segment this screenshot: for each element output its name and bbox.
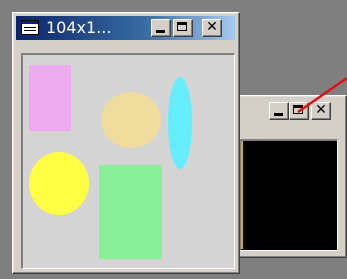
pink-rectangle: [29, 65, 71, 131]
cyan-ellipse: [168, 77, 192, 169]
tan-circle: [101, 92, 161, 148]
drawing-canvas[interactable]: [21, 53, 235, 269]
yellow-circle: [29, 152, 89, 215]
app-icon[interactable]: [21, 20, 39, 35]
green-rectangle: [99, 165, 162, 259]
window-title: 104x1...: [46, 18, 112, 37]
maximize-button[interactable]: [289, 102, 309, 120]
minimize-button[interactable]: [151, 19, 171, 37]
background-window-titlebar[interactable]: ✕: [234, 99, 342, 123]
foreground-window[interactable]: 104x1... ✕: [12, 12, 240, 274]
maximize-button[interactable]: [173, 19, 193, 37]
yellow-edge: [241, 141, 243, 249]
minimize-button[interactable]: [269, 102, 289, 120]
background-window-canvas: [239, 139, 338, 251]
background-window[interactable]: ✕: [230, 95, 347, 258]
foreground-window-titlebar[interactable]: 104x1... ✕: [16, 16, 235, 40]
close-button[interactable]: ✕: [202, 19, 222, 37]
close-button[interactable]: ✕: [311, 102, 331, 120]
